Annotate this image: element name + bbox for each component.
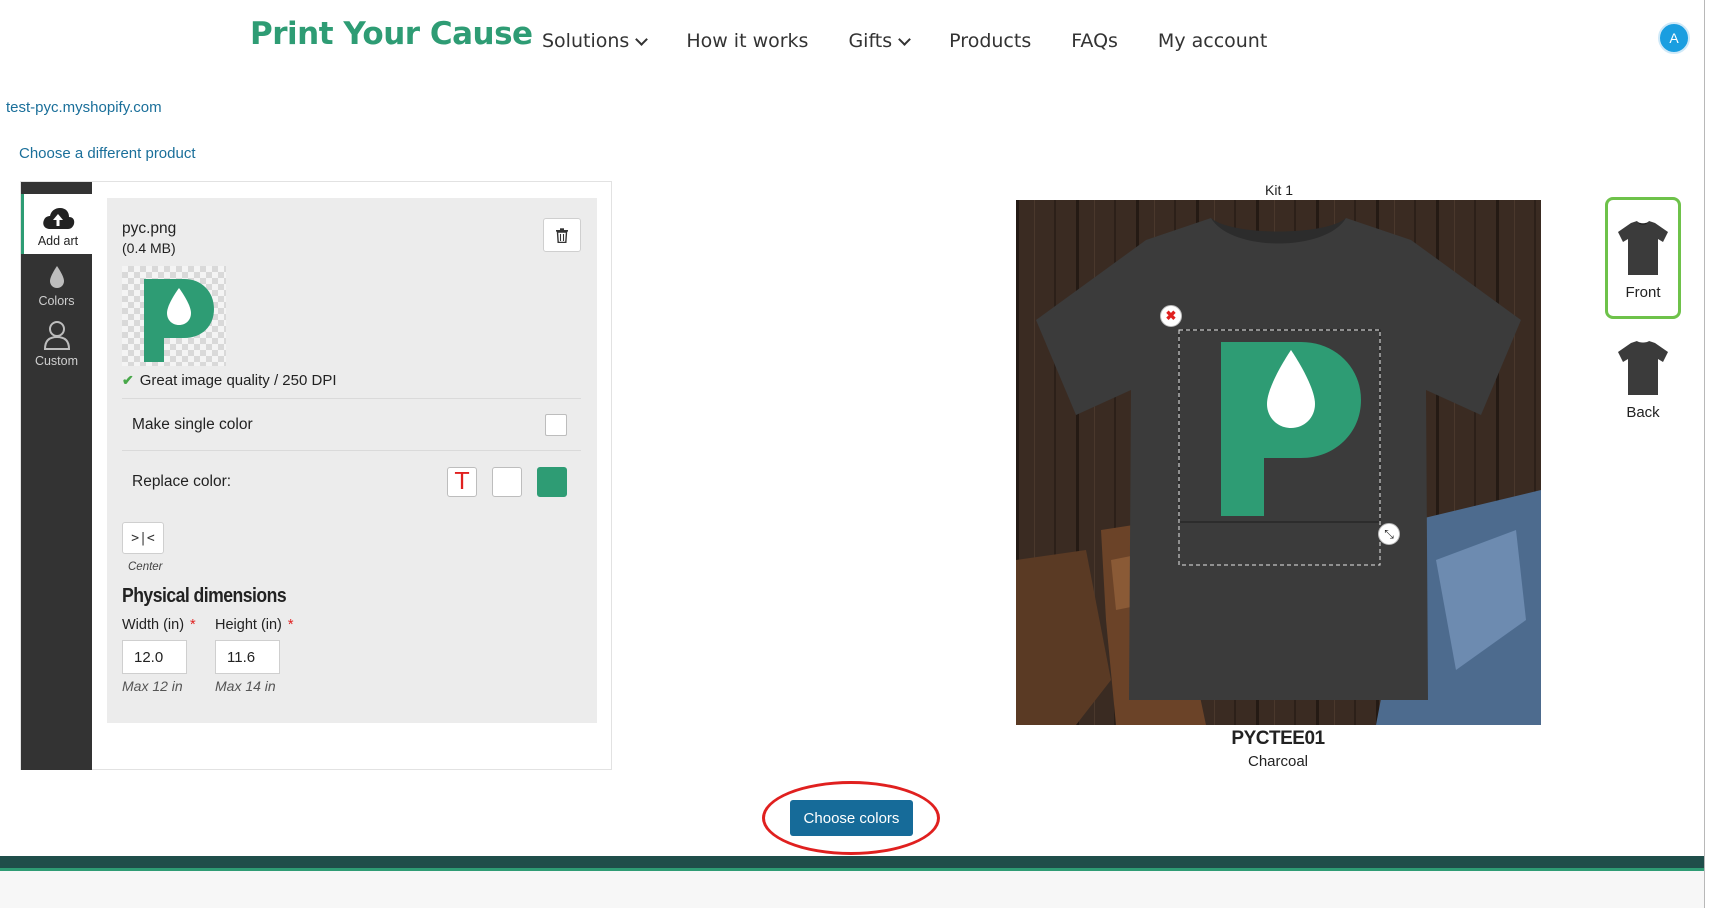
chevron-down-icon [635,32,649,46]
height-label-text: Height (in) [215,617,282,633]
required-mark: * [190,617,196,633]
swatch-transparent[interactable]: T [447,466,477,497]
person-icon [43,321,70,350]
file-size: (0.4 MB) [122,240,176,256]
center-art-button[interactable]: >|< [122,522,164,554]
view-front-label: Front [1625,284,1661,301]
nav-gifts-label: Gifts [848,30,893,52]
nav-how-it-works[interactable]: How it works [686,30,808,52]
trash-icon [556,227,568,243]
center-align-icon: >|< [131,530,155,546]
resize-handle-icon[interactable]: ⤡ [1378,523,1400,545]
tab-custom-label: Custom [34,354,79,368]
replace-color-row: Replace color: T [122,450,581,512]
nav-solutions-label: Solutions [542,30,630,52]
nav-gifts[interactable]: Gifts [848,30,912,52]
choose-different-product-link[interactable]: Choose a different product [19,145,196,162]
width-label: Width (in) * [122,617,196,633]
view-front[interactable]: Front [1605,197,1681,319]
replace-color-swatches: T [447,466,567,497]
swatch-white[interactable] [492,466,522,497]
droplet-icon [49,266,64,288]
editor-panel: Add art Colors Custom pyc.png (0.4 MB) ✔… [20,181,612,770]
tab-colors[interactable]: Colors [21,254,92,314]
remove-art-icon[interactable]: ✖ [1160,305,1182,327]
editor-tabs: Add art Colors Custom [21,182,92,770]
width-label-text: Width (in) [122,617,185,633]
tab-colors-label: Colors [38,294,75,308]
required-mark: * [287,617,294,633]
kit-label: Kit 1 [1265,182,1294,198]
cloud-upload-icon [43,208,75,229]
tab-custom[interactable]: Custom [21,314,92,374]
make-single-color-row: Make single color [122,398,581,450]
height-label: Height (in) * [215,617,294,633]
shop-link[interactable]: test-pyc.myshopify.com [6,99,162,116]
brand-logo[interactable]: Print Your Cause [250,16,533,52]
footer [0,871,1704,908]
image-quality-status: ✔ Great image quality / 250 DPI [122,372,337,389]
tab-add-art-label: Add art [37,234,79,248]
height-max-hint: Max 14 in [215,678,276,694]
page-scrollbar[interactable] [1704,0,1713,908]
tshirt-front-icon [1618,221,1668,275]
physical-dimensions-title: Physical dimensions [122,585,287,607]
choose-colors-button[interactable]: Choose colors [790,800,913,836]
footer-divider [0,856,1704,871]
tshirt-back-icon [1618,341,1668,395]
height-input[interactable] [215,640,280,674]
nav-solutions[interactable]: Solutions [542,30,649,52]
nav-products[interactable]: Products [949,30,1031,52]
make-single-color-checkbox[interactable] [545,413,567,436]
nav-faqs[interactable]: FAQs [1071,30,1118,52]
product-mockup: ✖ ⤡ [1016,200,1541,725]
replace-color-label: Replace color: [132,472,232,490]
file-name: pyc.png [122,220,177,237]
product-code: PYCTEE01 [1231,728,1325,749]
delete-art-button[interactable] [543,218,581,252]
checkmark-icon: ✔ [122,372,134,388]
width-input[interactable] [122,640,187,674]
art-card: pyc.png (0.4 MB) ✔ Great image quality / … [107,198,597,723]
tshirt-mockup-image [1016,200,1541,725]
center-label: Center [128,561,163,573]
product-color: Charcoal [1247,753,1309,770]
avatar[interactable]: A [1658,22,1690,54]
width-max-hint: Max 12 in [122,678,183,694]
view-back-label: Back [1626,404,1660,421]
make-single-color-label: Make single color [132,415,253,433]
pyc-logo-icon [144,279,214,362]
image-quality-text: Great image quality / 250 DPI [139,372,337,389]
swatch-green[interactable] [537,466,567,497]
art-thumbnail [122,266,226,366]
nav-my-account[interactable]: My account [1158,30,1267,52]
main-nav: Solutions How it works Gifts Products FA… [542,30,1267,52]
view-back[interactable]: Back [1605,320,1681,442]
tab-add-art[interactable]: Add art [21,194,92,254]
chevron-down-icon [898,32,912,46]
